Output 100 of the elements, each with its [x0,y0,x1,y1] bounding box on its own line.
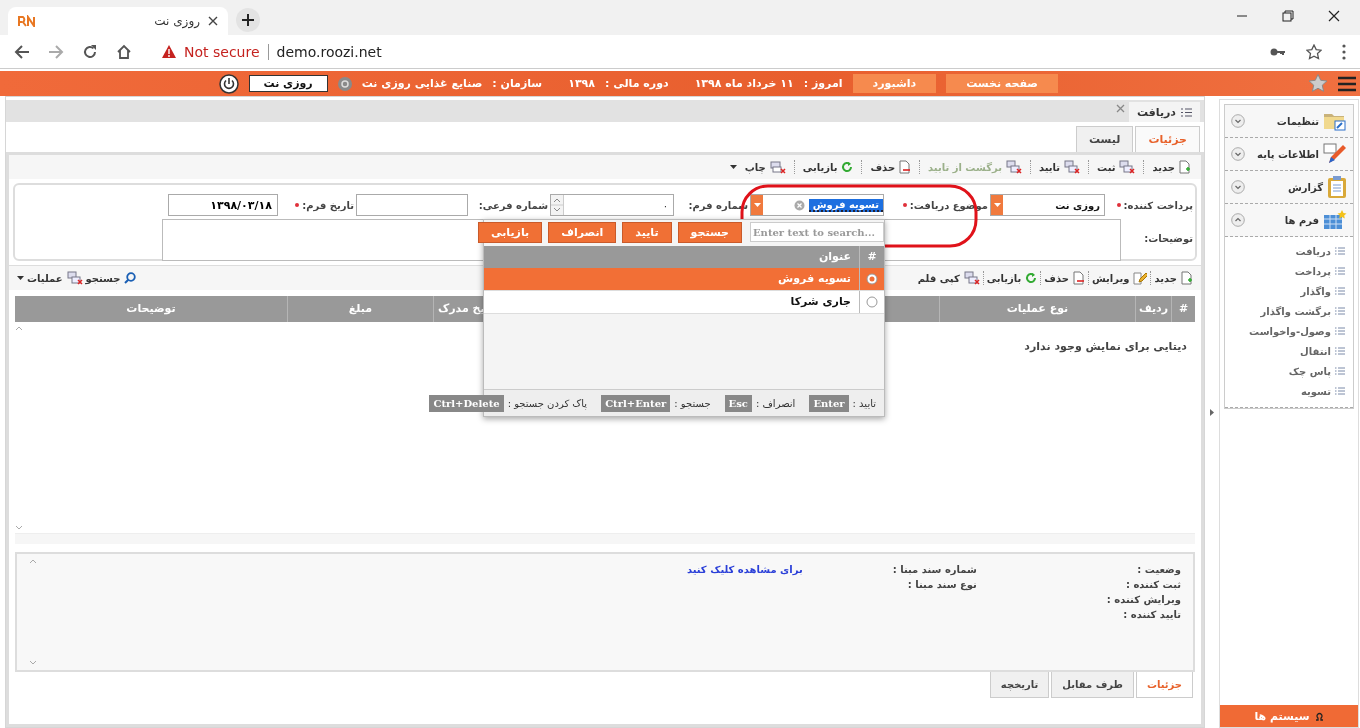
security-label: Not secure [184,43,260,60]
toolbar-button[interactable]: چاپ [742,158,788,176]
toolbar-button[interactable]: حذف [1044,269,1085,287]
list-icon [1335,327,1345,335]
toolbar-button[interactable]: بازیابی [986,270,1038,286]
chevron-down-icon[interactable] [1231,114,1245,128]
toolbar-button[interactable]: عملیات [27,269,83,287]
option-row[interactable]: جاری شرکا [484,291,884,314]
form-number-field[interactable]: ۰ [550,194,674,216]
view-link[interactable]: برای مشاهده کلیک کنید [686,564,803,575]
key-badge: Ctrl+Delete [429,394,504,412]
new-tab-icon[interactable] [236,8,260,32]
caret-icon[interactable] [17,276,24,280]
star-icon[interactable] [1308,74,1328,93]
toolbar-button[interactable]: جدید [1154,269,1193,287]
toolbar-button[interactable]: کپی قلم [917,269,980,287]
pencil-icon [1323,143,1347,165]
toolbar-button[interactable]: حذف [868,158,914,176]
printer-cross-icon [769,160,786,174]
collapse-arrow-icon[interactable] [1210,408,1214,416]
field-label: پرداخت کننده: [1123,199,1193,211]
toolbar-button[interactable]: ویرایش [1091,269,1148,287]
document-minus-icon [899,160,912,174]
toolbar-button[interactable]: ثبت [1095,158,1138,176]
clear-icon[interactable] [793,199,805,211]
menu-icon[interactable] [1342,43,1346,60]
radio-icon[interactable] [866,296,878,308]
forward-arrow-icon[interactable] [48,43,64,60]
close-icon[interactable] [208,16,218,26]
list-icon [1335,307,1345,315]
spinner-arrows-icon[interactable] [551,195,564,215]
chevron-up-icon[interactable] [1231,213,1245,227]
user-name[interactable]: روزی نت [248,75,328,92]
list-icon [1335,367,1345,375]
sidebar-item[interactable]: واگذار [1233,281,1345,301]
toolbar-button[interactable]: تایید [1036,158,1083,176]
detail-label: تایید کننده : [1122,609,1181,620]
today-date: ۱۱ خرداد ماه ۱۳۹۸ [694,77,794,90]
sidebar-section[interactable]: اطلاعات پایه [1225,138,1353,171]
sidebar-item[interactable]: تسویه [1233,381,1345,401]
shortcut-label: پاک کردن جستجو : [507,397,588,409]
payer-select[interactable]: روزی نت [990,194,1105,216]
settings-icon[interactable] [337,76,352,91]
refresh-icon [841,161,854,173]
sidebar-item[interactable]: وصول-واخواست [1233,321,1345,341]
field-label: تاریخ فرم: [302,199,354,211]
radio-icon[interactable] [866,273,878,285]
sub-number-field[interactable] [356,194,468,216]
bottom-tab[interactable]: طرف مقابل [1051,672,1134,698]
document-cross-icon [1064,160,1081,174]
power-icon[interactable] [218,73,239,94]
date-field[interactable]: ۱۳۹۸/۰۳/۱۸ [168,194,278,216]
scrollbar[interactable] [15,324,23,532]
field-label: شماره فرعی: [478,199,548,211]
document-cross-icon [1119,160,1136,174]
reload-icon[interactable] [82,43,98,60]
back-arrow-icon[interactable] [14,43,30,60]
site-logo-icon [18,15,36,27]
list-icon [1335,287,1345,295]
list-icon [1335,267,1345,275]
page-tab-title: دریافت [1136,105,1176,119]
toolbar-button[interactable]: جدید [1150,158,1193,176]
key-icon[interactable] [1270,46,1286,57]
pencil-icon [1133,271,1148,285]
sidebar-item[interactable]: پرداخت [1233,261,1345,281]
sidebar-item[interactable]: انتقال [1233,341,1345,361]
page-tab[interactable]: دریافت [1128,102,1200,122]
subject-select[interactable]: تسویه فروش [750,194,884,216]
sidebar-section[interactable]: تنظیمات [1225,105,1353,138]
list-icon [1335,347,1345,355]
sidebar-item[interactable]: پاس چک [1233,361,1345,381]
chevron-down-icon[interactable] [1231,180,1245,194]
toolbar-button[interactable]: بازیابی [800,159,856,175]
sidebar-item[interactable]: دریافت [1233,241,1345,261]
detail-label: ثبت کننده : [1124,579,1181,590]
home-icon[interactable] [116,43,132,60]
bottom-tab[interactable]: تاریخچه [989,672,1050,698]
detail-label: وضعیت : [1136,564,1181,575]
chevron-down-icon[interactable] [1231,147,1245,161]
detail-label: نوع سند مبنا : [907,579,977,590]
caret-icon[interactable] [729,165,737,169]
close-icon[interactable] [1328,10,1340,22]
sidebar-section[interactable]: گزارش [1225,171,1353,204]
today-label: امروز : [803,77,843,90]
key-badge: Enter [809,394,849,412]
toolbar-button[interactable]: جستجو [85,270,137,286]
folder-wrench-icon [1323,111,1347,131]
url-text[interactable]: demo.roozi.net [276,43,382,60]
view-tab[interactable]: لیست [1075,126,1134,152]
search-field[interactable]: Enter text to search... [750,222,884,242]
menu-icon[interactable] [1338,75,1356,92]
detail-label: شماره سند مبنا : [892,564,977,575]
shortcut-label: انصراف : [755,397,796,409]
document-cross-icon [1005,160,1022,174]
sidebar-item[interactable]: برگشت واگذار [1233,301,1345,321]
new-document-icon [1179,160,1191,174]
restore-icon[interactable] [1282,10,1294,22]
star-icon[interactable] [1306,43,1322,60]
scrollbar[interactable] [29,557,37,667]
detail-label: ویرایش کننده : [1106,594,1181,605]
